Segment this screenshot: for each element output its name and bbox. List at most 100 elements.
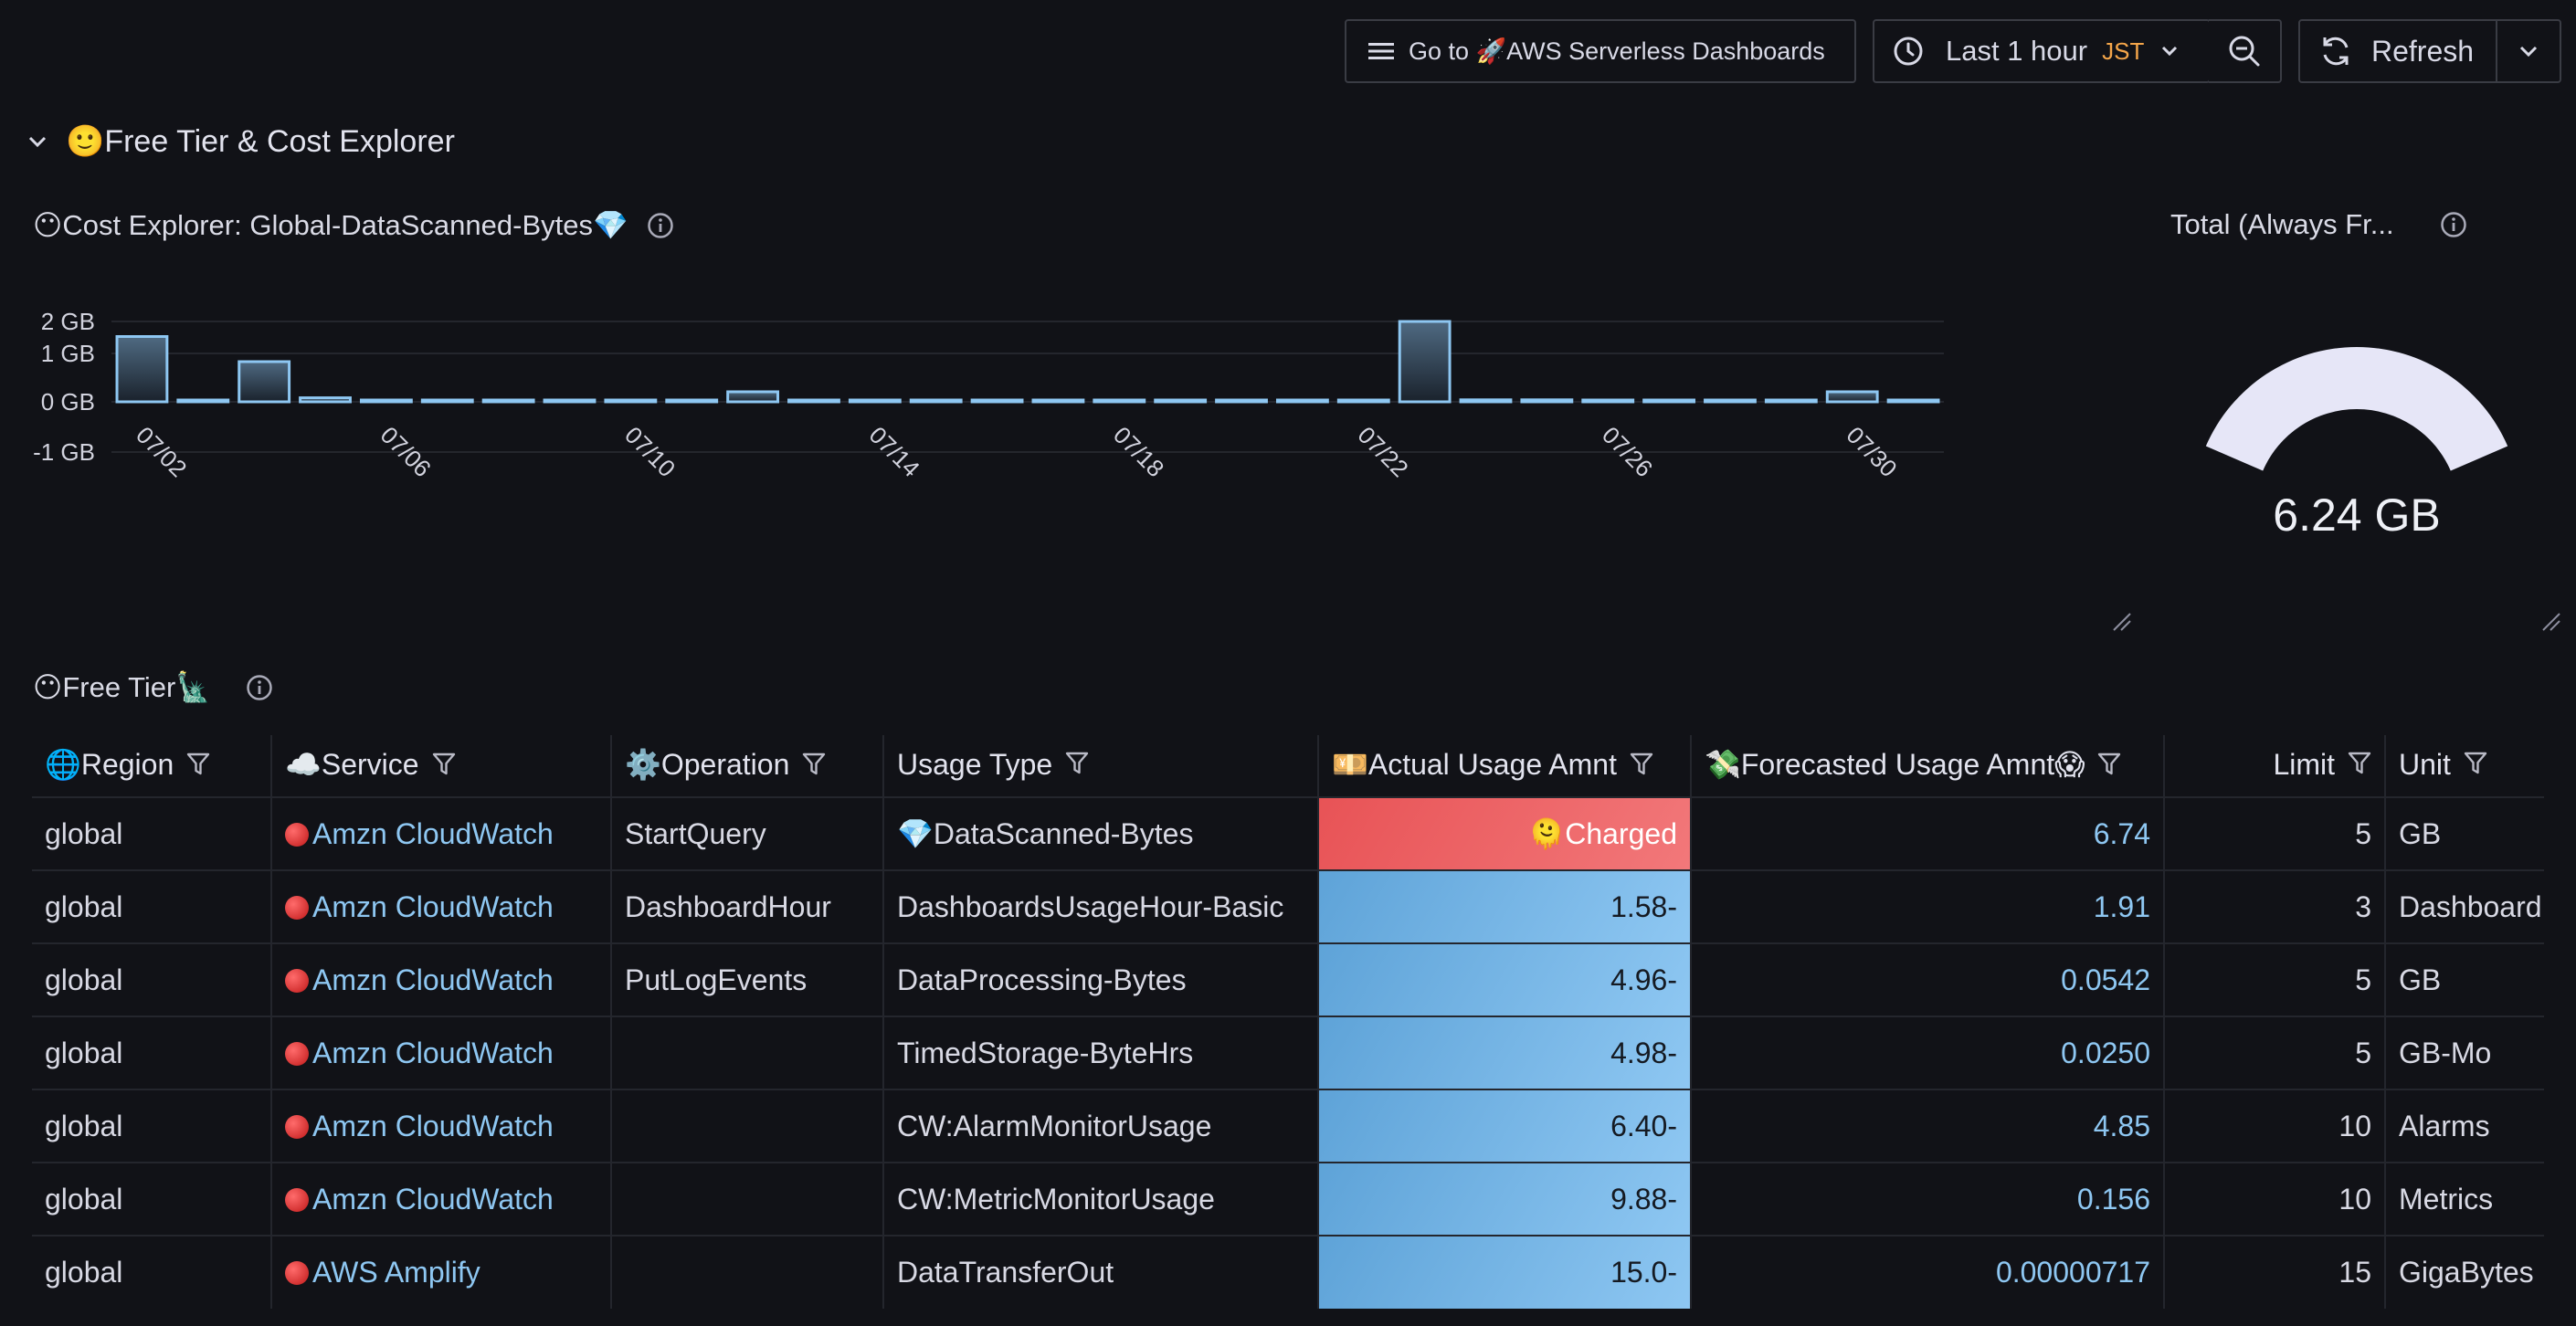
chart-bar <box>481 398 535 404</box>
cell-service-text: AWS Amplify <box>312 1256 480 1289</box>
time-range-picker[interactable]: Last 1 hour JST <box>1873 19 2211 83</box>
column-header-label: ⚙️Operation <box>625 748 790 782</box>
cell-actual-usage-text: 6.40- <box>1610 1109 1677 1142</box>
cell-unit: GB <box>2384 942 2544 1016</box>
info-icon[interactable] <box>246 674 273 701</box>
red-circle-icon <box>285 968 309 993</box>
cell-region-text: global <box>45 816 123 850</box>
zoom-out-button[interactable] <box>2209 19 2282 83</box>
chart-bar <box>1581 398 1635 404</box>
cell-unit: GigaBytes <box>2384 1235 2544 1309</box>
cell-actual-usage: 15.0- <box>1317 1235 1691 1309</box>
chart-bar <box>359 398 413 404</box>
filter-icon[interactable] <box>2348 750 2371 784</box>
info-icon[interactable] <box>647 212 674 239</box>
filter-icon[interactable] <box>802 751 826 784</box>
chevron-down-icon <box>2160 45 2179 58</box>
cell-service[interactable]: Amzn CloudWatch <box>270 796 611 870</box>
goto-dashboard-label: Go to 🚀AWS Serverless Dashboards <box>1409 37 1825 65</box>
chart-bar <box>1275 398 1329 404</box>
red-circle-icon <box>285 1261 309 1285</box>
cell-limit: 3 <box>2163 869 2385 943</box>
table-row: global Amzn CloudWatch StartQuery 💎DataScan… <box>32 796 2544 870</box>
time-range-label: Last 1 hour <box>1946 35 2088 67</box>
cell-service[interactable]: Amzn CloudWatch <box>270 1016 611 1089</box>
chart-bar <box>1825 390 1879 404</box>
filter-icon[interactable] <box>1065 750 1089 784</box>
cell-actual-usage-text: 1.58- <box>1610 889 1677 923</box>
cell-unit: GB-Mo <box>2384 1016 2544 1089</box>
y-tick-label: 2 GB <box>41 308 95 335</box>
cell-forecast-usage: 0.156 <box>1690 1162 2164 1236</box>
zoom-out-icon <box>2227 34 2262 68</box>
cell-forecast-usage: 1.91 <box>1690 869 2164 943</box>
chart-bar <box>176 398 230 404</box>
column-header[interactable]: Usage Type <box>882 735 1318 797</box>
timezone-label: JST <box>2102 37 2145 65</box>
filter-icon[interactable] <box>186 751 210 784</box>
info-icon[interactable] <box>2440 211 2467 238</box>
cell-usage-type-text: DataTransferOut <box>897 1256 1114 1289</box>
cell-unit: Dashboard <box>2384 869 2544 943</box>
panel-resize-handle[interactable] <box>2112 612 2132 632</box>
cell-forecast-usage: 6.74 <box>1690 796 2164 870</box>
refresh-label: Refresh <box>2371 34 2475 68</box>
panel-resize-handle[interactable] <box>2541 612 2561 632</box>
column-header-label: 💴Actual Usage Amnt <box>1332 748 1617 782</box>
filter-icon[interactable] <box>2464 750 2487 784</box>
cell-region: global <box>32 1089 271 1163</box>
free-tier-panel-title[interactable]: 😶Free Tier🗽 <box>33 670 273 704</box>
chart-bar <box>1704 398 1757 404</box>
chart-bar <box>238 360 291 404</box>
cell-service[interactable]: Amzn CloudWatch <box>270 1089 611 1163</box>
cost-panel-title[interactable]: 😶Cost Explorer: Global-DataScanned-Bytes… <box>33 208 674 242</box>
cell-region-text: global <box>45 963 123 996</box>
cell-service[interactable]: AWS Amplify <box>270 1235 611 1309</box>
refresh-interval-dropdown[interactable] <box>2496 19 2561 83</box>
column-header-label: Limit <box>2273 747 2335 781</box>
filter-icon[interactable] <box>1630 751 1653 784</box>
chart-bar <box>1642 398 1696 404</box>
column-header[interactable]: ☁️Service <box>270 735 611 797</box>
cell-forecast-usage-text: 0.0250 <box>2061 1036 2150 1069</box>
goto-dashboard-button[interactable]: Go to 🚀AWS Serverless Dashboards <box>1345 19 1856 83</box>
chart-bar <box>1336 398 1390 404</box>
cell-unit: Metrics <box>2384 1162 2544 1236</box>
cell-usage-type: CW:MetricMonitorUsage <box>882 1162 1318 1236</box>
cell-region: global <box>32 942 271 1016</box>
column-header[interactable]: 💴Actual Usage Amnt <box>1317 735 1691 797</box>
column-header[interactable]: Unit <box>2384 735 2544 797</box>
cell-service-text: Amzn CloudWatch <box>312 1036 554 1069</box>
cell-usage-type-text: CW:MetricMonitorUsage <box>897 1182 1215 1216</box>
filter-icon[interactable] <box>432 751 456 784</box>
column-header[interactable]: 💸Forecasted Usage Amnt😱 <box>1690 735 2164 797</box>
column-header[interactable]: 🌐Region <box>32 735 271 797</box>
cell-limit: 10 <box>2163 1089 2385 1163</box>
row-title: 🙂Free Tier & Cost Explorer <box>66 124 455 159</box>
cell-forecast-usage-text: 0.00000717 <box>1995 1256 2150 1289</box>
cell-service[interactable]: Amzn CloudWatch <box>270 942 611 1016</box>
cost-explorer-bar-chart: 2 GB1 GB0 GB-1 GB 07/02 07/06 07/10 07/14 07… <box>33 308 1944 482</box>
table-row: global Amzn CloudWatch CW:MetricMonitorUsa… <box>32 1162 2544 1236</box>
cell-operation: DashboardHour <box>610 869 883 943</box>
cell-usage-type-text: 💎DataScanned-Bytes <box>897 817 1194 850</box>
chevron-down-icon <box>27 134 48 149</box>
cell-service[interactable]: Amzn CloudWatch <box>270 1162 611 1236</box>
cell-service[interactable]: Amzn CloudWatch <box>270 869 611 943</box>
cell-actual-usage: 4.96- <box>1317 942 1691 1016</box>
cell-usage-type: TimedStorage-ByteHrs <box>882 1016 1318 1089</box>
column-header[interactable]: ⚙️Operation <box>610 735 883 797</box>
chart-bar <box>1520 398 1574 404</box>
cell-limit-text: 10 <box>2338 1109 2371 1142</box>
column-header[interactable]: Limit <box>2163 735 2385 797</box>
cell-usage-type: CW:AlarmMonitorUsage <box>882 1089 1318 1163</box>
gauge-panel-title[interactable]: Total (Always Fr... <box>2170 208 2467 241</box>
filter-icon[interactable] <box>2097 751 2121 784</box>
chart-bar <box>1154 398 1208 404</box>
table-row: global Amzn CloudWatch PutLogEvents DataPro… <box>32 942 2544 1016</box>
chart-bar <box>1459 398 1513 404</box>
cell-forecast-usage-text: 0.156 <box>2076 1182 2150 1216</box>
refresh-button[interactable]: Refresh <box>2298 19 2497 83</box>
y-tick-label: -1 GB <box>33 438 95 466</box>
row-header[interactable]: 🙂Free Tier & Cost Explorer <box>27 123 455 160</box>
